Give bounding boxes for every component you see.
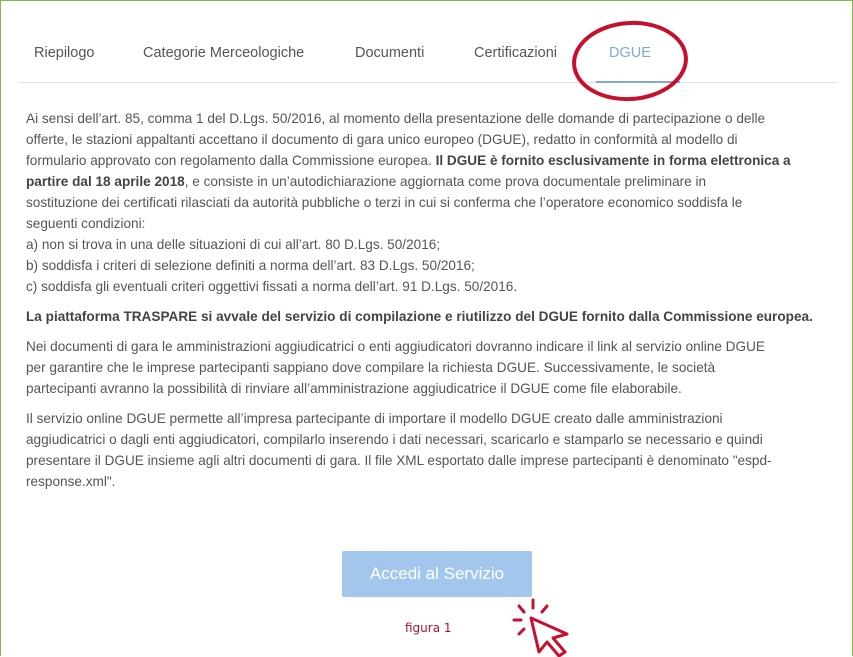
highlight-circle-annotation [572, 20, 688, 102]
tab-documenti[interactable]: Documenti [355, 45, 424, 61]
dgue-description: Ai sensi dell’art. 85, comma 1 del D.Lgs… [26, 108, 848, 492]
text-line: presentare il DGUE insieme agli altri do… [26, 453, 772, 468]
figure-caption: figura 1 [405, 621, 452, 635]
tab-bar: Riepilogo Categorie Merceologiche Docume… [18, 36, 838, 83]
online-service-paragraph: Il servizio online DGUE permette all’imp… [26, 408, 848, 492]
text-line: seguenti condizioni: [26, 216, 146, 231]
text-line: partecipanti avranno la possibilità di r… [26, 381, 682, 396]
tab-riepilogo[interactable]: Riepilogo [34, 45, 94, 61]
text-line: , e consiste in un’autodichiarazione agg… [184, 174, 707, 189]
click-cursor-icon [512, 598, 569, 657]
intro-paragraph: Ai sensi dell’art. 85, comma 1 del D.Lgs… [26, 108, 848, 297]
text-line: sostituzione dei certificati rilasciati … [26, 195, 743, 210]
text-line: offerte, le stazioni appaltanti accettan… [26, 132, 738, 147]
condition-item: c) soddisfa gli eventuali criteri oggett… [26, 279, 518, 294]
tab-categorie-merceologiche[interactable]: Categorie Merceologiche [143, 45, 304, 61]
bold-text: partire dal 18 aprile 2018 [26, 174, 185, 189]
documents-paragraph: Nei documenti di gara le amministrazioni… [26, 336, 848, 399]
text-line: formulario approvato con regolamento dal… [26, 153, 432, 168]
bold-text: Il DGUE è fornito esclusivamente in form… [435, 153, 791, 168]
text-line: response.xml". [26, 474, 116, 489]
text-line: Il servizio online DGUE permette all’imp… [26, 411, 723, 426]
text-line: Nei documenti di gara le amministrazioni… [26, 339, 765, 354]
text-line: per garantire che le imprese partecipant… [26, 360, 716, 375]
tab-certificazioni[interactable]: Certificazioni [474, 45, 557, 61]
condition-item: b) soddisfa i criteri di selezione defin… [26, 258, 475, 273]
condition-item: a) non si trova in una delle situazioni … [26, 237, 441, 252]
text-line: Ai sensi dell’art. 85, comma 1 del D.Lgs… [26, 111, 766, 126]
text-line: aggiudicatrici o dagli enti aggiudicator… [26, 432, 763, 447]
accedi-servizio-button[interactable]: Accedi al Servizio [342, 551, 532, 597]
traspare-paragraph: La piattaforma TRASPARE si avvale del se… [26, 309, 813, 324]
